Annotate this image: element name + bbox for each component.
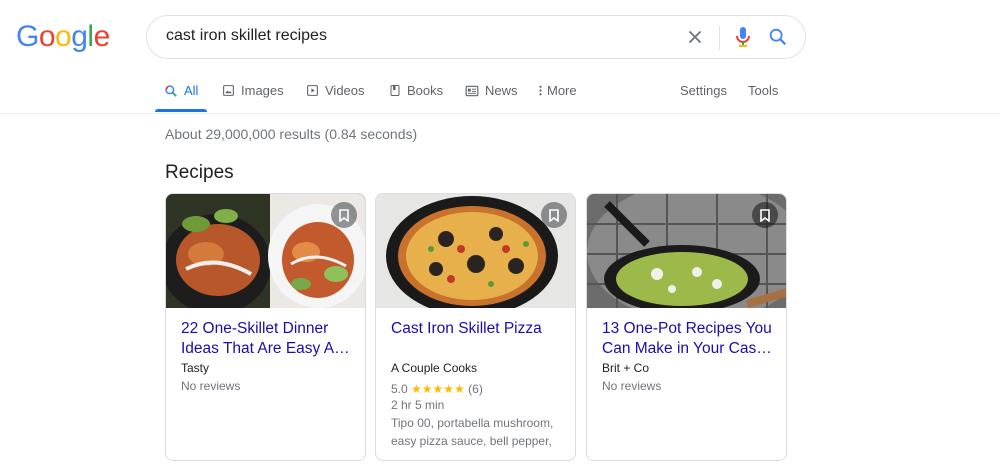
logo-letter: e [93,20,111,53]
tab-all[interactable]: All [164,83,198,98]
tab-books[interactable]: Books [389,83,443,98]
search-bar[interactable]: cast iron skillet recipes [146,15,806,59]
tab-label: Books [407,83,444,98]
video-icon [307,85,318,96]
logo-letter: G [16,20,39,53]
recipe-reviews: No reviews [181,379,241,393]
recipe-source: Tasty [181,361,210,375]
book-icon [390,85,400,96]
microphone-icon[interactable] [731,25,755,49]
tab-videos[interactable]: Videos [306,83,365,98]
logo-letter: o [55,20,72,53]
save-recipe-button[interactable] [541,202,567,228]
rating-value: 5.0 [391,382,408,396]
result-stats: About 29,000,000 results (0.84 seconds) [165,126,418,142]
recipe-ingredients: Tipo 00, portabella mushroom, easy pizza… [391,416,554,448]
search-input[interactable]: cast iron skillet recipes [166,27,327,45]
tab-label: All [184,83,199,98]
rating-count: (6) [468,382,483,396]
section-title: Recipes [165,162,234,183]
recipe-title[interactable]: 13 One-Pot Recipes You Can Make in Your … [602,319,776,358]
tab-label: Images [241,83,284,98]
close-icon[interactable] [684,26,706,48]
tab-more[interactable]: More [538,83,577,98]
tab-label: News [485,83,518,98]
recipe-source: Brit + Co [602,361,650,375]
logo-letter: o [38,20,56,53]
recipe-card[interactable]: Cast Iron Skillet Pizza A Couple Cooks 5… [375,193,576,461]
active-tab-indicator [155,109,207,112]
settings-label: Settings [680,83,727,98]
recipe-reviews: No reviews [602,379,662,393]
bookmark-icon [549,208,559,222]
image-icon [223,85,234,96]
tab-label: More [547,83,577,98]
settings-link[interactable]: Settings [680,83,727,98]
search-divider [719,26,720,50]
more-vert-icon [539,85,542,96]
recipe-time: 2 hr 5 min [391,398,445,412]
google-logo[interactable]: Google [16,20,110,54]
tab-images[interactable]: Images [222,83,284,98]
recipe-source: A Couple Cooks [391,361,478,375]
tab-news[interactable]: News [465,83,518,98]
save-recipe-button[interactable] [752,202,778,228]
recipe-image[interactable] [166,194,365,308]
search-tabs: All Images Videos Books News More Settin… [0,72,1000,114]
recipe-card[interactable]: 13 One-Pot Recipes You Can Make in Your … [586,193,787,461]
tab-label: Videos [325,83,365,98]
news-icon [465,85,479,96]
bookmark-icon [339,208,349,222]
bookmark-icon [760,208,770,222]
search-icon[interactable] [767,26,789,48]
recipe-image[interactable] [587,194,786,308]
tools-label: Tools [748,83,779,98]
recipe-card[interactable]: 22 One-Skillet Dinner Ideas That Are Eas… [165,193,366,461]
tools-link[interactable]: Tools [748,83,778,98]
star-rating-icon: ★★★★★ [411,382,465,396]
recipe-image[interactable] [376,194,575,308]
search-icon [165,84,177,97]
logo-letter: g [71,20,88,53]
recipe-title[interactable]: 22 One-Skillet Dinner Ideas That Are Eas… [181,319,355,358]
save-recipe-button[interactable] [331,202,357,228]
recipe-title[interactable]: Cast Iron Skillet Pizza [391,319,565,339]
